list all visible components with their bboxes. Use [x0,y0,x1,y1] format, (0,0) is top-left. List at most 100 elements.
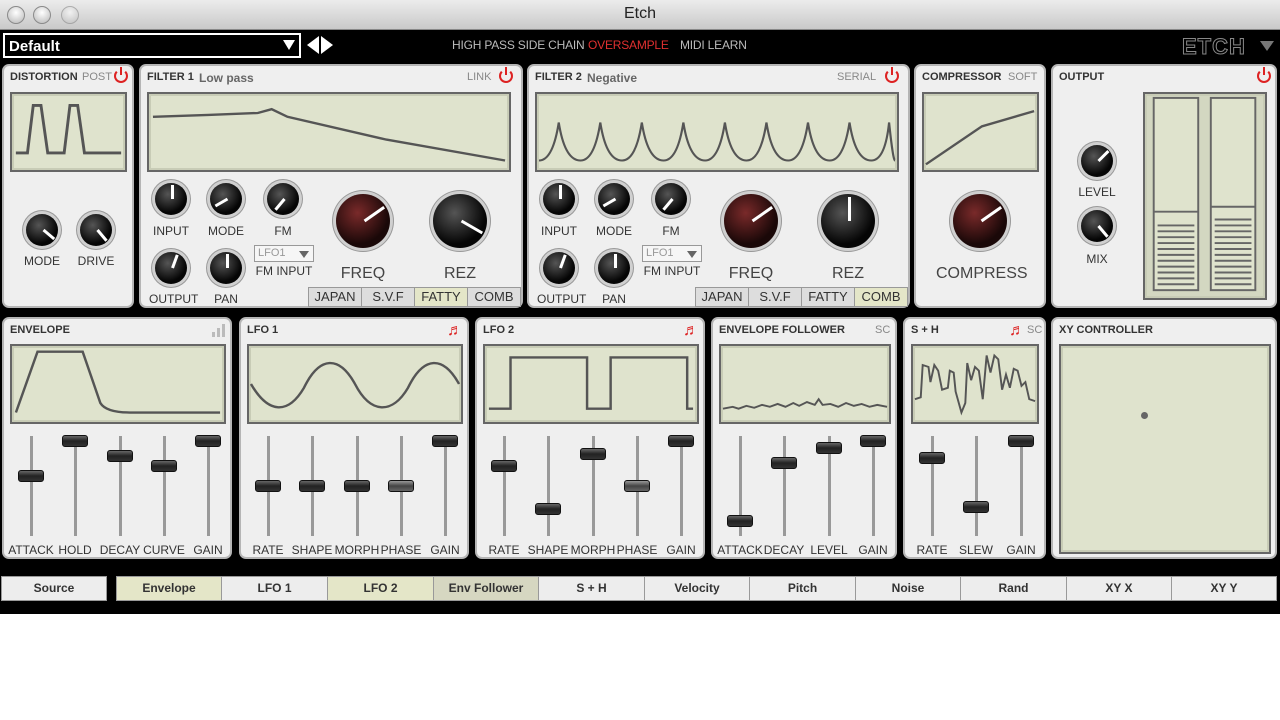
high-pass-side-chain-button[interactable]: HIGH PASS SIDE CHAIN [452,38,585,52]
slider-thumb[interactable] [1008,435,1034,447]
post-toggle[interactable]: POST [82,71,112,83]
xy-handle[interactable] [1141,412,1148,419]
source-lfo1-button[interactable]: LFO 1 [221,576,328,601]
envelope-attack-slider[interactable] [18,436,44,536]
filter2-output-knob[interactable] [543,252,575,284]
lfo1-gain-slider[interactable] [432,435,458,536]
source-noise-button[interactable]: Noise [855,576,961,601]
filter2-mode-knob[interactable] [598,183,630,215]
music-note-icon[interactable]: ♬ [1009,322,1025,340]
filter1-input-knob[interactable] [155,183,187,215]
slider-thumb[interactable] [816,442,842,454]
slider-thumb[interactable] [860,435,886,447]
preset-select[interactable]: Default [3,33,301,58]
power-icon[interactable] [885,67,899,83]
lfo2-gain-slider[interactable] [668,435,694,536]
filter1-fm-input-select[interactable]: LFO1 [254,245,314,262]
source-velocity-button[interactable]: Velocity [644,576,750,601]
menu-triangle-icon[interactable] [1260,41,1274,51]
slider-thumb[interactable] [580,448,606,460]
slider-thumb[interactable] [432,435,458,447]
power-icon[interactable] [499,67,513,83]
sh-rate-slider[interactable] [919,436,945,536]
slider-thumb[interactable] [62,435,88,447]
slider-thumb[interactable] [107,450,133,462]
lfo1-morph-slider[interactable] [344,436,370,536]
filter2-freq-knob[interactable] [724,194,778,248]
sc-toggle[interactable]: SC [1027,324,1042,336]
power-icon[interactable] [114,67,128,83]
envelope-hold-slider[interactable] [62,435,88,536]
slider-thumb[interactable] [491,460,517,472]
filter2-mode-comb[interactable]: COMB [855,288,907,306]
filter1-rez-knob[interactable] [433,194,487,248]
envfollower-gain-slider[interactable] [860,435,886,536]
xy-pad[interactable] [1059,344,1271,554]
lfo1-phase-slider[interactable] [388,436,414,536]
bars-icon[interactable] [211,323,227,337]
source-xy-y-button[interactable]: XY Y [1171,576,1277,601]
distortion-drive-knob[interactable] [80,214,112,246]
lfo2-phase-slider[interactable] [624,436,650,536]
envfollower-decay-slider[interactable] [771,436,797,536]
envelope-gain-slider[interactable] [195,435,221,536]
lfo1-rate-slider[interactable] [255,436,281,536]
filter1-type[interactable]: Low pass [199,71,254,85]
filter1-fm-knob[interactable] [267,183,299,215]
distortion-mode-knob[interactable] [26,214,58,246]
envelope-decay-slider[interactable] [107,436,133,536]
source-xy-x-button[interactable]: XY X [1066,576,1172,601]
lfo2-morph-slider[interactable] [580,436,606,536]
output-mix-knob[interactable] [1081,210,1113,242]
sh-gain-slider[interactable] [1008,435,1034,536]
slider-thumb[interactable] [344,480,370,492]
lfo2-shape-slider[interactable] [535,436,561,536]
filter1-mode-japan[interactable]: JAPAN [309,288,362,306]
filter1-freq-knob[interactable] [336,194,390,248]
power-icon[interactable] [1257,67,1271,83]
filter2-input-knob[interactable] [543,183,575,215]
slider-thumb[interactable] [299,480,325,492]
source-pitch-button[interactable]: Pitch [749,576,856,601]
source-rand-button[interactable]: Rand [960,576,1067,601]
filter1-mode-svf[interactable]: S.V.F [362,288,415,306]
slider-thumb[interactable] [963,501,989,513]
source-env-follower-button[interactable]: Env Follower [433,576,539,601]
slider-thumb[interactable] [388,480,414,492]
filter2-mode-fatty[interactable]: FATTY [802,288,855,306]
slider-thumb[interactable] [771,457,797,469]
slider-thumb[interactable] [919,452,945,464]
envfollower-level-slider[interactable] [816,436,842,536]
filter2-pan-knob[interactable] [598,252,630,284]
sh-slew-slider[interactable] [963,436,989,536]
filter2-fm-knob[interactable] [655,183,687,215]
link-toggle[interactable]: LINK [467,71,491,83]
lfo1-shape-slider[interactable] [299,436,325,536]
prev-preset-icon[interactable] [307,36,319,54]
slider-thumb[interactable] [255,480,281,492]
slider-thumb[interactable] [195,435,221,447]
source-envelope-button[interactable]: Envelope [116,576,222,601]
filter1-pan-knob[interactable] [210,252,242,284]
slider-thumb[interactable] [668,435,694,447]
slider-thumb[interactable] [18,470,44,482]
music-note-icon[interactable]: ♬ [683,322,699,340]
slider-thumb[interactable] [151,460,177,472]
slider-thumb[interactable] [727,515,753,527]
slider-thumb[interactable] [624,480,650,492]
midi-learn-button[interactable]: MIDI LEARN [680,38,747,52]
filter1-mode-comb[interactable]: COMB [468,288,520,306]
filter2-type[interactable]: Negative [587,71,637,85]
serial-toggle[interactable]: SERIAL [837,71,876,83]
compress-knob[interactable] [953,194,1007,248]
source-sh-button[interactable]: S + H [538,576,645,601]
filter2-fm-input-select[interactable]: LFO1 [642,245,702,262]
envelope-curve-slider[interactable] [151,436,177,536]
music-note-icon[interactable]: ♬ [447,322,463,340]
lfo2-rate-slider[interactable] [491,436,517,536]
oversample-button[interactable]: OVERSAMPLE [588,38,669,52]
filter1-output-knob[interactable] [155,252,187,284]
sc-toggle[interactable]: SC [875,324,890,336]
next-preset-icon[interactable] [321,36,333,54]
output-level-knob[interactable] [1081,145,1113,177]
